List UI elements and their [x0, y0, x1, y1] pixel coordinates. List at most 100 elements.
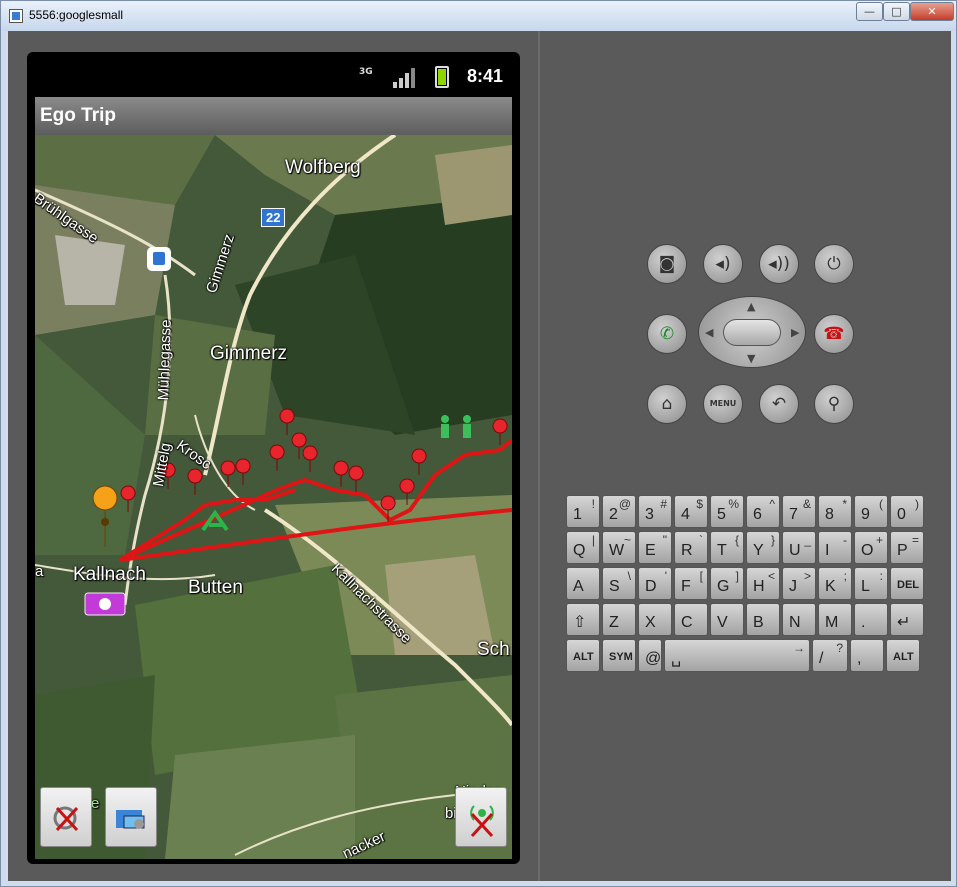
maximize-button[interactable]: □ [883, 2, 910, 21]
key-row4-8[interactable]: . [854, 603, 888, 636]
key-row1-8[interactable]: 9( [854, 495, 888, 528]
key-label: 6 [753, 506, 762, 523]
emulator-body: 3G 8:41 Ego Trip Wolfberg Gimmerz Gimmer… [8, 31, 951, 881]
key-alt-label: ' [664, 569, 667, 583]
key-label: DEL [897, 579, 919, 591]
stop-tracking-button[interactable] [455, 787, 507, 847]
key-label: P [897, 542, 908, 559]
key-alt-label: + [875, 533, 883, 547]
key-row5-6[interactable]: ALT [886, 639, 920, 672]
volume-up-button[interactable]: ◂)) [759, 244, 799, 284]
key-row2-9[interactable]: P = [890, 531, 924, 564]
key-row3-5[interactable]: H < [746, 567, 780, 600]
key-label: 1 [573, 506, 582, 523]
key-label: ␣ [671, 650, 682, 667]
power-button[interactable]: ⏻ [814, 244, 854, 284]
key-row1-0[interactable]: 1! [566, 495, 600, 528]
dpad[interactable]: ▲ ▼ ◀ ▶ [698, 296, 806, 368]
key-alt-label: ( [879, 497, 883, 511]
key-label: 8 [825, 506, 834, 523]
back-button[interactable]: ↶ [759, 384, 799, 424]
key-row3-9[interactable]: DEL [890, 567, 924, 600]
key-row5-2[interactable]: @ [638, 639, 662, 672]
key-row2-6[interactable]: U _ [782, 531, 816, 564]
key-row4-6[interactable]: N [782, 603, 816, 636]
dpad-left-icon[interactable]: ◀ [705, 326, 713, 339]
end-call-button[interactable]: ☎ [814, 314, 854, 354]
key-row2-3[interactable]: R ` [674, 531, 708, 564]
emulator-window: 5556:googlesmall — □ ✕ 3G 8:41 Ego Trip [0, 0, 957, 887]
status-bar: 3G 8:41 [35, 57, 512, 97]
key-row2-0[interactable]: Q | [566, 531, 600, 564]
key-alt-label: : [879, 569, 883, 583]
clear-track-button[interactable] [40, 787, 92, 847]
key-row1-6[interactable]: 7 & [782, 495, 816, 528]
search-icon: ⚲ [827, 394, 841, 414]
key-row5-4[interactable]: /? [812, 639, 848, 672]
key-row5-1[interactable]: SYM [602, 639, 636, 672]
menu-button[interactable]: MENU [703, 384, 743, 424]
map-label-wolfberg: Wolfberg [285, 157, 361, 178]
dpad-center-button[interactable] [723, 319, 781, 346]
dpad-up-icon[interactable]: ▲ [747, 300, 755, 313]
key-row1-5[interactable]: 6 ^ [746, 495, 780, 528]
key-row3-8[interactable]: L: [854, 567, 888, 600]
key-row1-7[interactable]: 8 * [818, 495, 852, 528]
dpad-right-icon[interactable]: ▶ [791, 326, 799, 339]
app-icon [9, 9, 23, 23]
key-label: 3 [645, 506, 654, 523]
key-row1-9[interactable]: 0) [890, 495, 924, 528]
key-row4-5[interactable]: B [746, 603, 780, 636]
key-alt-label: [ [699, 569, 703, 583]
camera-button[interactable]: ◙ [647, 244, 687, 284]
key-row2-5[interactable]: Y} [746, 531, 780, 564]
key-row3-6[interactable]: J > [782, 567, 816, 600]
key-row1-3[interactable]: 4 $ [674, 495, 708, 528]
key-row4-3[interactable]: C [674, 603, 708, 636]
key-row3-0[interactable]: A [566, 567, 600, 600]
key-row4-9[interactable]: ↵ [890, 603, 924, 636]
key-label: ALT [893, 651, 914, 663]
key-row3-7[interactable]: K; [818, 567, 852, 600]
key-alt-label: < [767, 569, 775, 583]
key-row2-4[interactable]: T{ [710, 531, 744, 564]
volume-down-button[interactable]: ◂) [703, 244, 743, 284]
key-label: . [861, 614, 866, 631]
close-button[interactable]: ✕ [910, 2, 954, 21]
key-row2-8[interactable]: O + [854, 531, 888, 564]
key-row3-3[interactable]: F[ [674, 567, 708, 600]
key-row4-1[interactable]: Z [602, 603, 636, 636]
key-alt-label: _ [804, 533, 811, 547]
key-row2-1[interactable]: W ~ [602, 531, 636, 564]
key-row4-2[interactable]: X [638, 603, 672, 636]
key-alt-label: ` [699, 533, 703, 547]
key-row3-4[interactable]: G] [710, 567, 744, 600]
key-row3-1[interactable]: S \ [602, 567, 636, 600]
window-titlebar: 5556:googlesmall — □ ✕ [1, 1, 956, 31]
key-row2-2[interactable]: E " [638, 531, 672, 564]
key-row4-7[interactable]: M [818, 603, 852, 636]
call-button[interactable]: ✆ [647, 314, 687, 354]
satellite-map[interactable]: Wolfberg Gimmerz Gimmerz Brühlgasse Mühl… [35, 135, 512, 859]
key-row5-0[interactable]: ALT [566, 639, 600, 672]
map-label-muhlegasse: Mühlegasse [155, 319, 175, 401]
clear-track-icon [53, 806, 79, 832]
home-button[interactable]: ⌂ [647, 384, 687, 424]
key-row4-0[interactable]: ⇧ [566, 603, 600, 636]
key-label: ↵ [897, 614, 911, 631]
key-row1-2[interactable]: 3 # [638, 495, 672, 528]
search-button[interactable]: ⚲ [814, 384, 854, 424]
map-options-button[interactable] [105, 787, 157, 847]
key-row5-5[interactable]: , [850, 639, 884, 672]
key-row2-7[interactable]: I- [818, 531, 852, 564]
key-row1-1[interactable]: 2 @ [602, 495, 636, 528]
key-alt-label: ! [591, 497, 595, 511]
key-row1-4[interactable]: 5% [710, 495, 744, 528]
minimize-button[interactable]: — [856, 2, 883, 21]
key-row5-3[interactable]: ␣ → [664, 639, 810, 672]
key-row4-4[interactable]: V [710, 603, 744, 636]
dpad-down-icon[interactable]: ▼ [747, 352, 755, 365]
key-row3-2[interactable]: D ' [638, 567, 672, 600]
key-label: 9 [861, 506, 870, 523]
key-alt-label: | [591, 533, 595, 547]
